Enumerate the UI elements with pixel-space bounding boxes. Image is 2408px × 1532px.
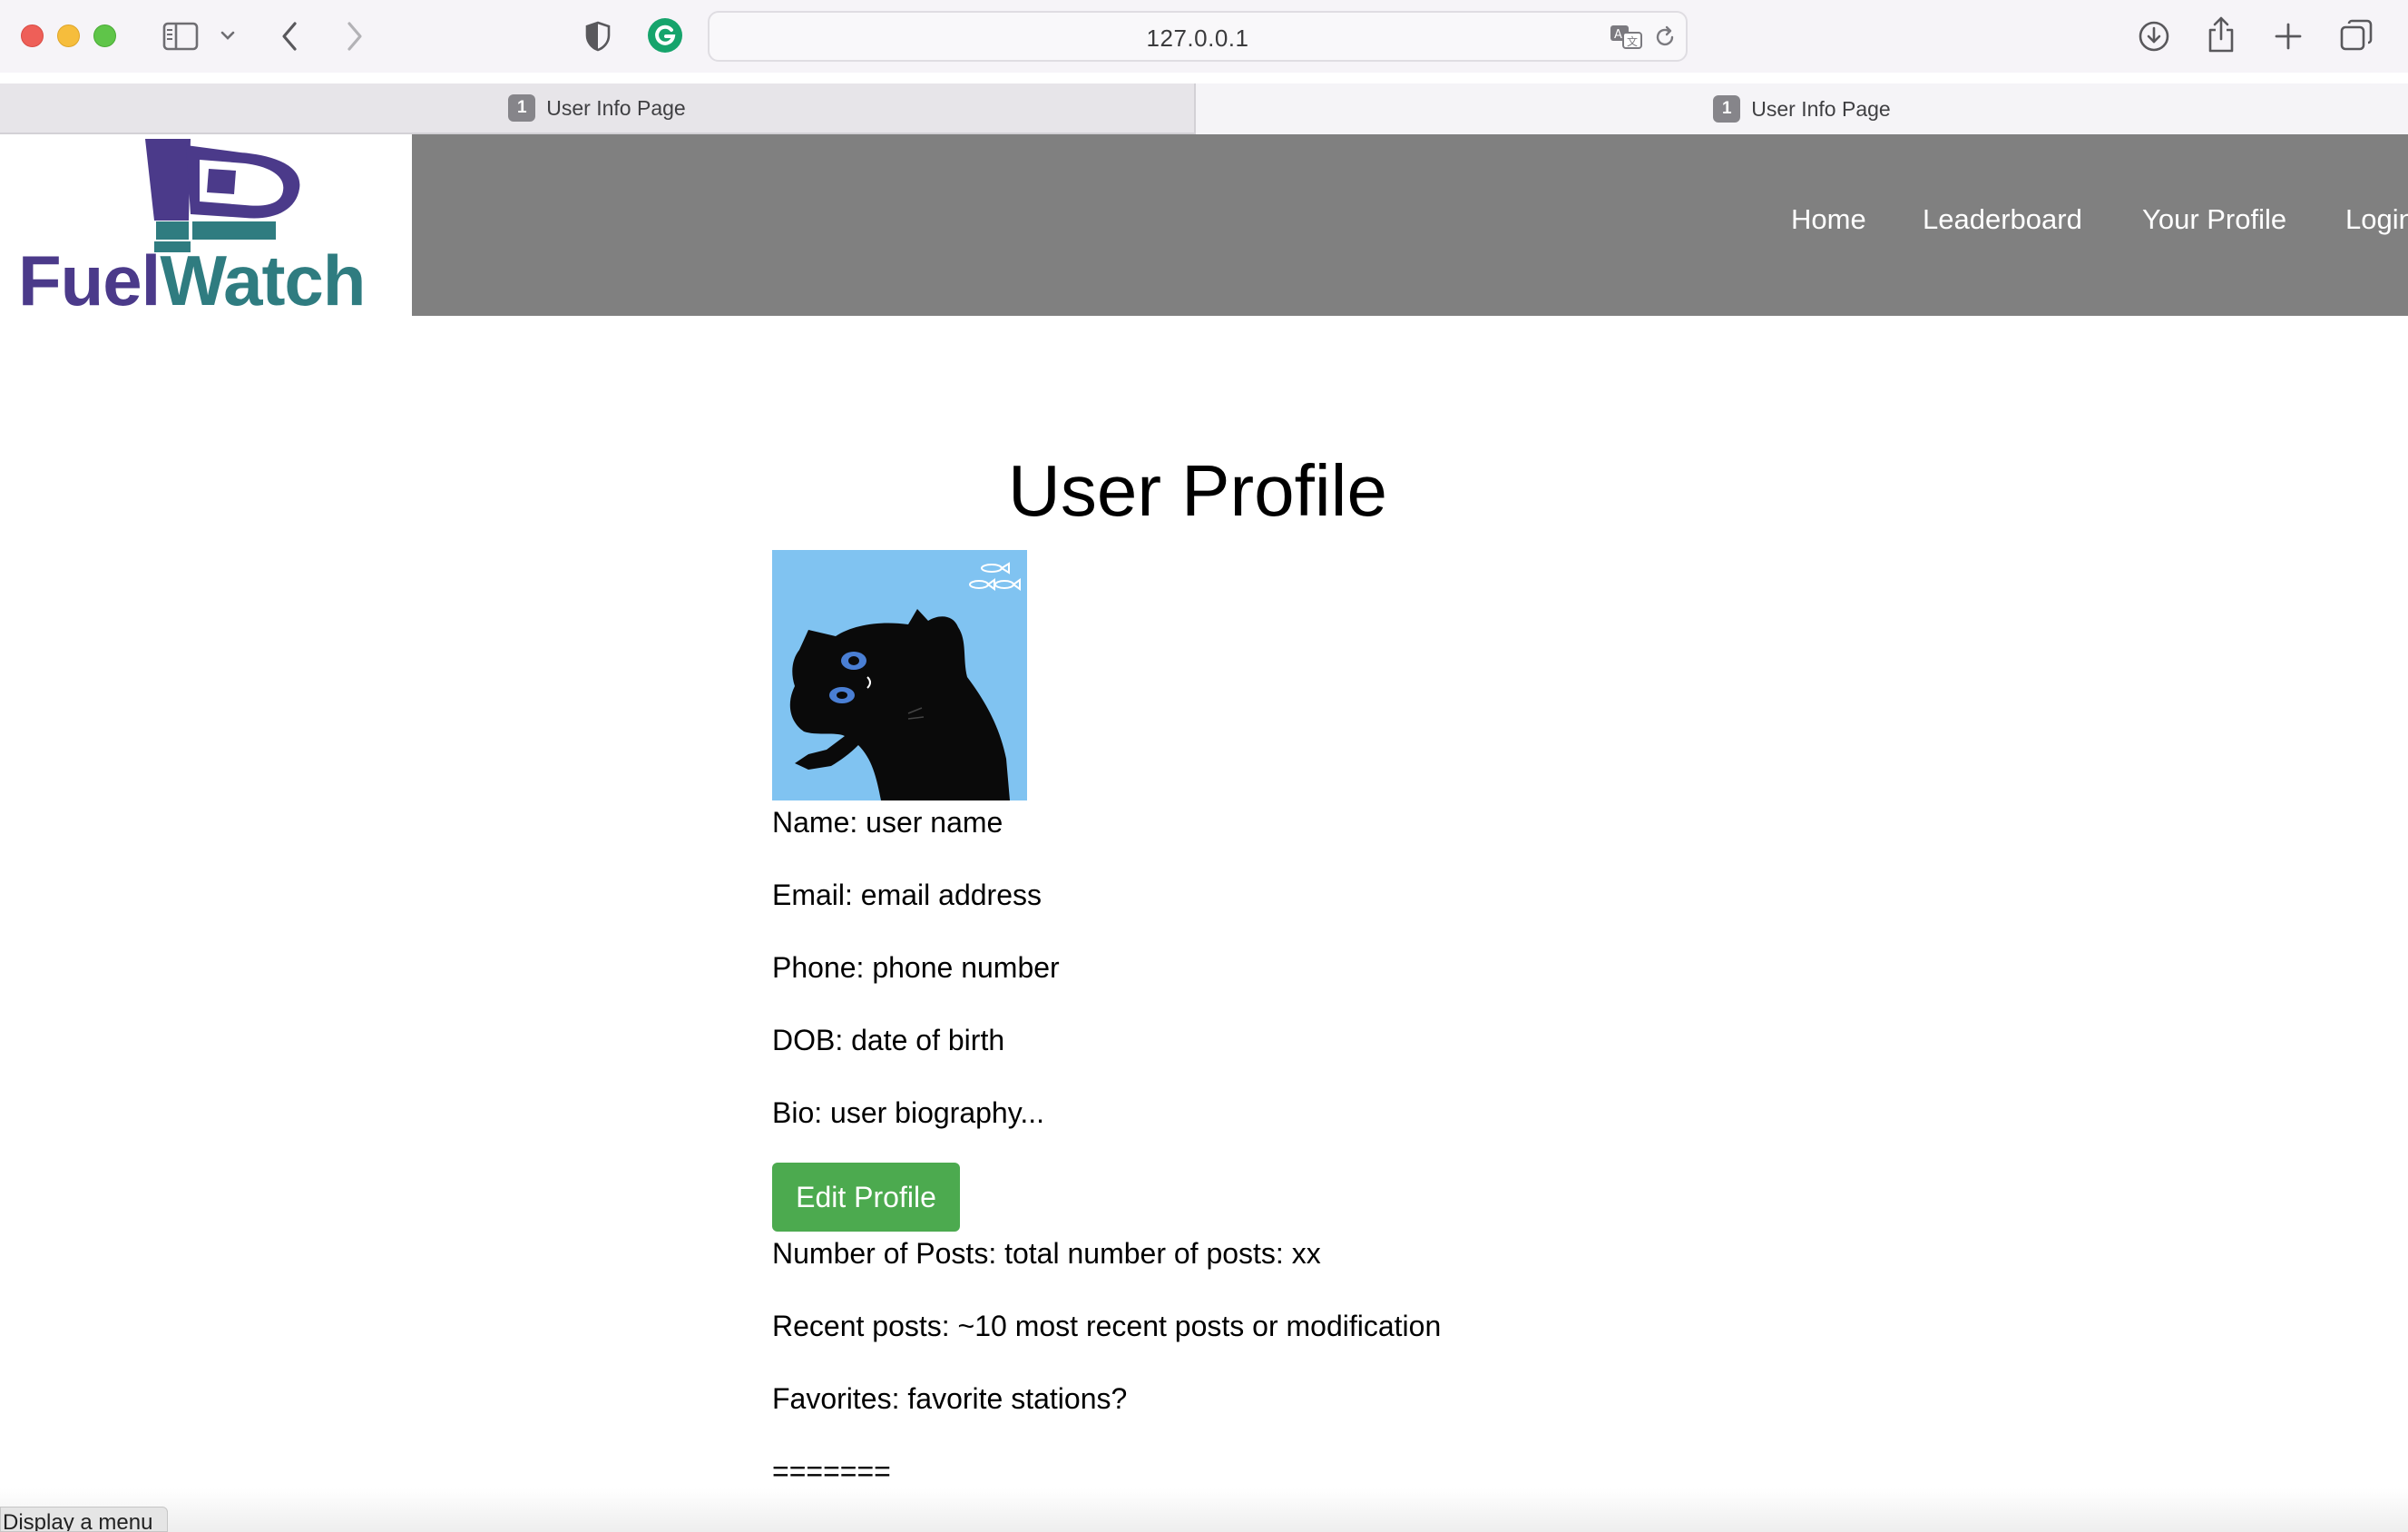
zoom-window-button[interactable] xyxy=(93,25,116,47)
fuel-pump-logo-icon xyxy=(145,139,300,252)
profile-email: Email: email address xyxy=(772,879,1042,911)
close-window-button[interactable] xyxy=(21,25,44,47)
back-icon[interactable] xyxy=(276,18,303,54)
tab-bar: 1 User Info Page 1 User Info Page xyxy=(0,83,2408,134)
logo-wordmark: FuelWatch xyxy=(18,245,366,316)
tab-count-badge: 1 xyxy=(508,94,536,122)
profile-dob: DOB: date of birth xyxy=(772,1024,1005,1056)
nav-leaderboard-link[interactable]: Leaderboard xyxy=(1923,203,2082,236)
profile-name: Name: user name xyxy=(772,806,1003,839)
nav-login-link[interactable]: Login xyxy=(2345,203,2408,236)
grammarly-icon[interactable] xyxy=(646,16,684,54)
downloads-icon[interactable] xyxy=(2136,18,2172,54)
translate-icon[interactable]: A文 xyxy=(1608,22,1644,51)
privacy-shield-icon[interactable] xyxy=(582,18,613,54)
chevron-down-icon[interactable] xyxy=(218,25,238,45)
cat-avatar-image xyxy=(772,550,1027,800)
share-icon[interactable] xyxy=(2203,15,2239,54)
tab-user-info-1[interactable]: 1 User Info Page xyxy=(0,83,1196,134)
edit-profile-button[interactable]: Edit Profile xyxy=(772,1163,960,1232)
reload-icon[interactable] xyxy=(1651,24,1679,51)
nav-your-profile-link[interactable]: Your Profile xyxy=(2142,203,2286,236)
profile-recent-posts: Recent posts: ~10 most recent posts or m… xyxy=(772,1310,1442,1342)
bottom-fade xyxy=(0,1488,2408,1532)
separator-text: ======= xyxy=(772,1455,891,1488)
profile-phone: Phone: phone number xyxy=(772,951,1060,984)
site-logo[interactable]: FuelWatch xyxy=(0,134,412,316)
status-tooltip: Display a menu xyxy=(0,1507,168,1532)
tab-count-badge: 1 xyxy=(1713,95,1741,123)
logo-text-watch: Watch xyxy=(160,241,366,320)
minimize-window-button[interactable] xyxy=(57,25,80,47)
new-tab-icon[interactable] xyxy=(2270,18,2306,54)
svg-text:文: 文 xyxy=(1627,34,1638,48)
profile-bio: Bio: user biography... xyxy=(772,1096,1045,1129)
nav-home-link[interactable]: Home xyxy=(1791,203,1866,236)
tab-title: User Info Page xyxy=(1751,96,1891,121)
url-text: 127.0.0.1 xyxy=(1146,25,1249,52)
tab-user-info-2[interactable]: 1 User Info Page xyxy=(1196,83,2408,134)
tab-overview-icon[interactable] xyxy=(2337,16,2375,54)
avatar xyxy=(772,550,1027,800)
browser-toolbar: 127.0.0.1 A文 xyxy=(0,0,2408,73)
sidebar-toggle-icon[interactable] xyxy=(162,20,200,53)
address-bar[interactable]: 127.0.0.1 A文 xyxy=(708,11,1688,62)
forward-icon[interactable] xyxy=(341,18,368,54)
profile-post-count: Number of Posts: total number of posts: … xyxy=(772,1237,1321,1270)
tab-title: User Info Page xyxy=(546,95,686,120)
page-title: User Profile xyxy=(1008,450,1387,531)
profile-favorites: Favorites: favorite stations? xyxy=(772,1382,1128,1415)
logo-text-fuel: Fuel xyxy=(18,241,161,320)
svg-text:A: A xyxy=(1614,28,1622,42)
